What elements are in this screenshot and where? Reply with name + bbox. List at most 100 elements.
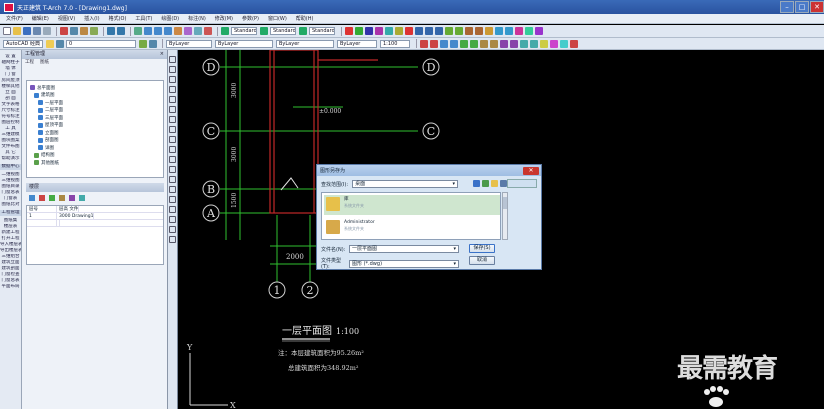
close-button[interactable]: ✕	[810, 1, 824, 13]
tch-table-icon[interactable]	[540, 39, 548, 48]
fillet-icon[interactable]	[495, 27, 503, 35]
insert-icon[interactable]	[535, 27, 543, 35]
tch-stair-icon[interactable]	[460, 39, 468, 48]
tch-symbol-icon[interactable]	[500, 39, 508, 48]
layer-combo[interactable]: 0	[66, 39, 136, 48]
array-icon[interactable]	[485, 27, 493, 35]
trim-icon[interactable]	[445, 27, 453, 35]
menu-help[interactable]: 帮助(H)	[296, 15, 314, 22]
linetype-combo[interactable]: ByLayer	[215, 39, 273, 48]
layer-manager-icon[interactable]	[46, 39, 54, 48]
print-icon[interactable]	[33, 27, 41, 35]
circle-icon[interactable]	[385, 27, 393, 35]
preview-icon[interactable]	[43, 27, 51, 35]
color-combo[interactable]: ByLayer	[166, 39, 212, 48]
tch-section-icon[interactable]	[520, 39, 528, 48]
lookin-combo[interactable]: 桌面 ▾	[352, 180, 459, 188]
revcloud-icon[interactable]	[169, 126, 176, 133]
mirror-icon[interactable]	[475, 27, 483, 35]
filename-input[interactable]: 一层平面图 ▾	[349, 245, 459, 253]
rectangle-icon[interactable]	[365, 27, 373, 35]
chamfer-icon[interactable]	[505, 27, 513, 35]
menu-dimension[interactable]: 标注(N)	[188, 15, 206, 22]
table-icon[interactable]	[169, 226, 176, 233]
region-icon[interactable]	[169, 216, 176, 223]
tree-node[interactable]: 二层平面	[30, 107, 160, 115]
plotstyle-combo[interactable]: ByLayer	[337, 39, 377, 48]
menu-window[interactable]: 窗口(W)	[268, 15, 287, 22]
tree-node[interactable]: 立面图	[30, 129, 160, 137]
tree-node[interactable]: 详图	[30, 144, 160, 152]
menu-view[interactable]: 视图(V)	[58, 15, 75, 22]
scale-icon[interactable]	[435, 27, 443, 35]
tangent-item[interactable]: 工程管理	[0, 210, 21, 216]
cancel-button[interactable]: 取消	[469, 256, 495, 265]
views-icon[interactable]	[500, 180, 507, 187]
match-prop-icon[interactable]	[90, 27, 98, 35]
line-icon[interactable]	[169, 56, 176, 63]
layer-previous-icon[interactable]	[149, 39, 157, 48]
menu-params[interactable]: 参数(P)	[242, 15, 259, 22]
tree-node[interactable]: 屋顶平面	[30, 122, 160, 130]
tch-column-icon[interactable]	[430, 39, 438, 48]
pan-icon[interactable]	[134, 27, 142, 35]
maximize-button[interactable]: □	[795, 1, 809, 13]
tch-dim-icon[interactable]	[480, 39, 488, 48]
tch-layer-icon[interactable]	[550, 39, 558, 48]
rectangle-icon[interactable]	[169, 96, 176, 103]
up-folder-icon[interactable]	[482, 180, 489, 187]
filetype-select[interactable]: 图形 (*.dwg) ▾	[349, 259, 459, 268]
menu-insert[interactable]: 插入(I)	[84, 15, 99, 22]
list-item[interactable]: 库 系统文件夹	[324, 195, 500, 215]
delete-floor-icon[interactable]	[39, 195, 45, 201]
ellipse-arc-icon[interactable]	[169, 156, 176, 163]
polyline-icon[interactable]	[355, 27, 363, 35]
undo-icon[interactable]	[107, 27, 115, 35]
ellipse-icon[interactable]	[169, 146, 176, 153]
dialog-close-button[interactable]: ✕	[523, 166, 539, 175]
make-current-icon[interactable]	[139, 39, 147, 48]
panel-close-icon[interactable]: ×	[160, 50, 164, 59]
tch-door-icon[interactable]	[440, 39, 448, 48]
open-folder-icon[interactable]	[13, 27, 21, 35]
tangent-item[interactable]: 图纸比对	[0, 202, 21, 208]
tch-3d-icon[interactable]	[530, 39, 538, 48]
cut-icon[interactable]	[60, 27, 68, 35]
save-icon[interactable]	[23, 27, 31, 35]
lineweight-combo[interactable]: ByLayer	[276, 39, 334, 48]
minimize-button[interactable]: –	[780, 1, 794, 13]
scale-combo[interactable]: 1:100	[380, 39, 410, 48]
hatch-icon[interactable]	[395, 27, 403, 35]
rotate-icon[interactable]	[425, 27, 433, 35]
layer-state-icon[interactable]	[56, 39, 64, 48]
explode-icon[interactable]	[515, 27, 523, 35]
mtext-icon[interactable]	[169, 236, 176, 243]
hatch-icon[interactable]	[169, 196, 176, 203]
erase-icon[interactable]	[405, 27, 413, 35]
menu-draw[interactable]: 绘图(D)	[161, 15, 179, 22]
polygon-icon[interactable]	[169, 86, 176, 93]
move-icon[interactable]	[415, 27, 423, 35]
redo-icon[interactable]	[117, 27, 125, 35]
offset-icon[interactable]	[465, 27, 473, 35]
tree-node[interactable]: 结构图	[30, 152, 160, 160]
tree-node[interactable]: 剖面图	[30, 137, 160, 145]
xline-icon[interactable]	[169, 66, 176, 73]
circle-icon[interactable]	[169, 116, 176, 123]
table-style-combo[interactable]: Standard	[309, 27, 335, 35]
block-icon[interactable]	[525, 27, 533, 35]
text-style-icon[interactable]	[221, 27, 229, 35]
arc-icon[interactable]	[169, 106, 176, 113]
elevation-icon[interactable]	[59, 195, 65, 201]
spline-icon[interactable]	[169, 136, 176, 143]
tree-node[interactable]: 总平面图	[30, 84, 160, 92]
copy-icon[interactable]	[70, 27, 78, 35]
text-style-combo[interactable]: Standard	[231, 27, 257, 35]
line-icon[interactable]	[345, 27, 353, 35]
new-file-icon[interactable]	[3, 27, 11, 35]
extend-icon[interactable]	[455, 27, 463, 35]
scrollbar-thumb[interactable]	[503, 197, 507, 209]
insert-block-icon[interactable]	[169, 166, 176, 173]
settings-icon[interactable]	[79, 195, 85, 201]
tch-wall-icon[interactable]	[420, 39, 428, 48]
